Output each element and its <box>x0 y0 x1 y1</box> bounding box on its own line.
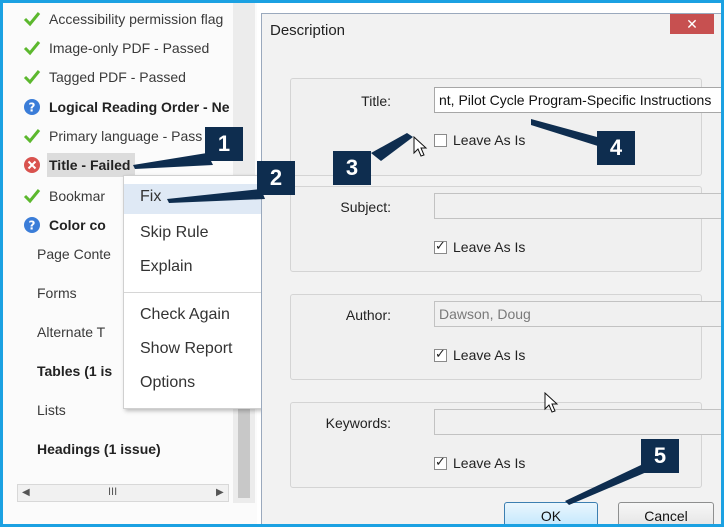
callout-3: 3 <box>333 151 371 185</box>
callout-2: 2 <box>257 161 295 195</box>
callout-4: 4 <box>597 131 635 165</box>
callout-arrow-5 <box>565 465 649 505</box>
mouse-pointer-icon <box>413 136 428 157</box>
mouse-pointer-icon <box>544 392 559 413</box>
callout-1: 1 <box>205 127 243 161</box>
screenshot-frame: Accessibility permission flag Image-only… <box>0 0 724 527</box>
callout-arrow-3 <box>371 133 413 161</box>
callout-5: 5 <box>641 439 679 473</box>
callout-arrow-1 <box>133 153 213 169</box>
callout-arrow-2 <box>167 189 265 203</box>
callout-arrow-4 <box>531 119 601 147</box>
callout-arrows <box>133 119 649 505</box>
